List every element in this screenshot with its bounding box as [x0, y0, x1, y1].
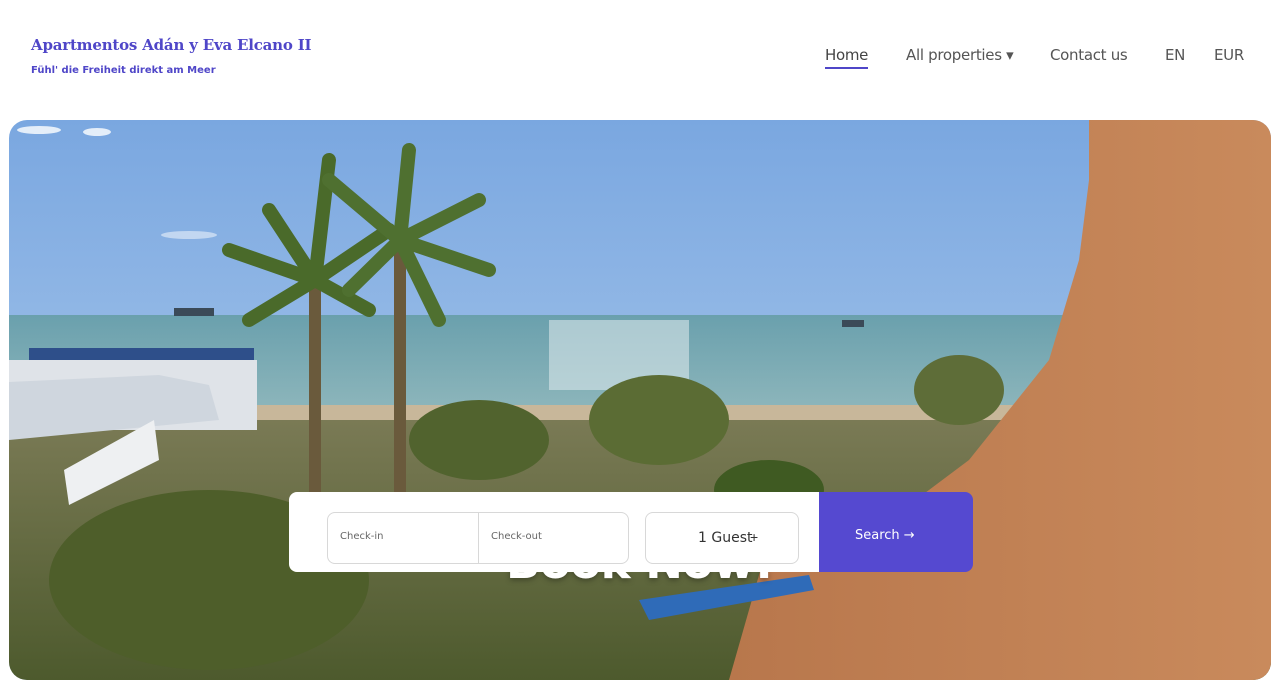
- search-button[interactable]: Search →: [819, 492, 973, 572]
- hero-banner: Book Now!: [9, 120, 1271, 680]
- nav-all-properties[interactable]: All properties ▾: [906, 46, 1014, 64]
- language-selector[interactable]: EN: [1165, 46, 1185, 64]
- check-in-field[interactable]: Check-in: [328, 513, 477, 563]
- guests-count: 1 Guest: [698, 530, 753, 546]
- booking-form: Check-in Check-out 1 Guest +: [289, 492, 819, 572]
- guests-selector[interactable]: 1 Guest +: [645, 512, 799, 564]
- currency-label: EUR: [1214, 46, 1244, 64]
- active-nav-underline: [825, 67, 869, 69]
- check-out-label: Check-out: [491, 531, 542, 542]
- currency-selector[interactable]: EUR: [1214, 46, 1244, 64]
- nav-all-properties-label: All properties ▾: [906, 46, 1014, 64]
- check-out-field[interactable]: Check-out: [478, 513, 628, 563]
- site-header: Apartmentos Adán y Eva Elcano II Fühl' d…: [0, 0, 1280, 120]
- add-guest-button[interactable]: +: [750, 529, 758, 545]
- check-in-label: Check-in: [340, 531, 384, 542]
- hero-photo: [9, 120, 1271, 680]
- main-nav: Home All properties ▾ Contact us EN EUR: [0, 46, 1280, 70]
- nav-contact-us[interactable]: Contact us: [1050, 46, 1128, 64]
- nav-contact-us-label: Contact us: [1050, 46, 1128, 64]
- language-label: EN: [1165, 46, 1186, 64]
- nav-home[interactable]: Home: [825, 46, 869, 69]
- nav-home-label: Home: [825, 46, 869, 64]
- date-range-picker[interactable]: Check-in Check-out: [327, 512, 629, 564]
- search-button-label: Search →: [855, 528, 915, 543]
